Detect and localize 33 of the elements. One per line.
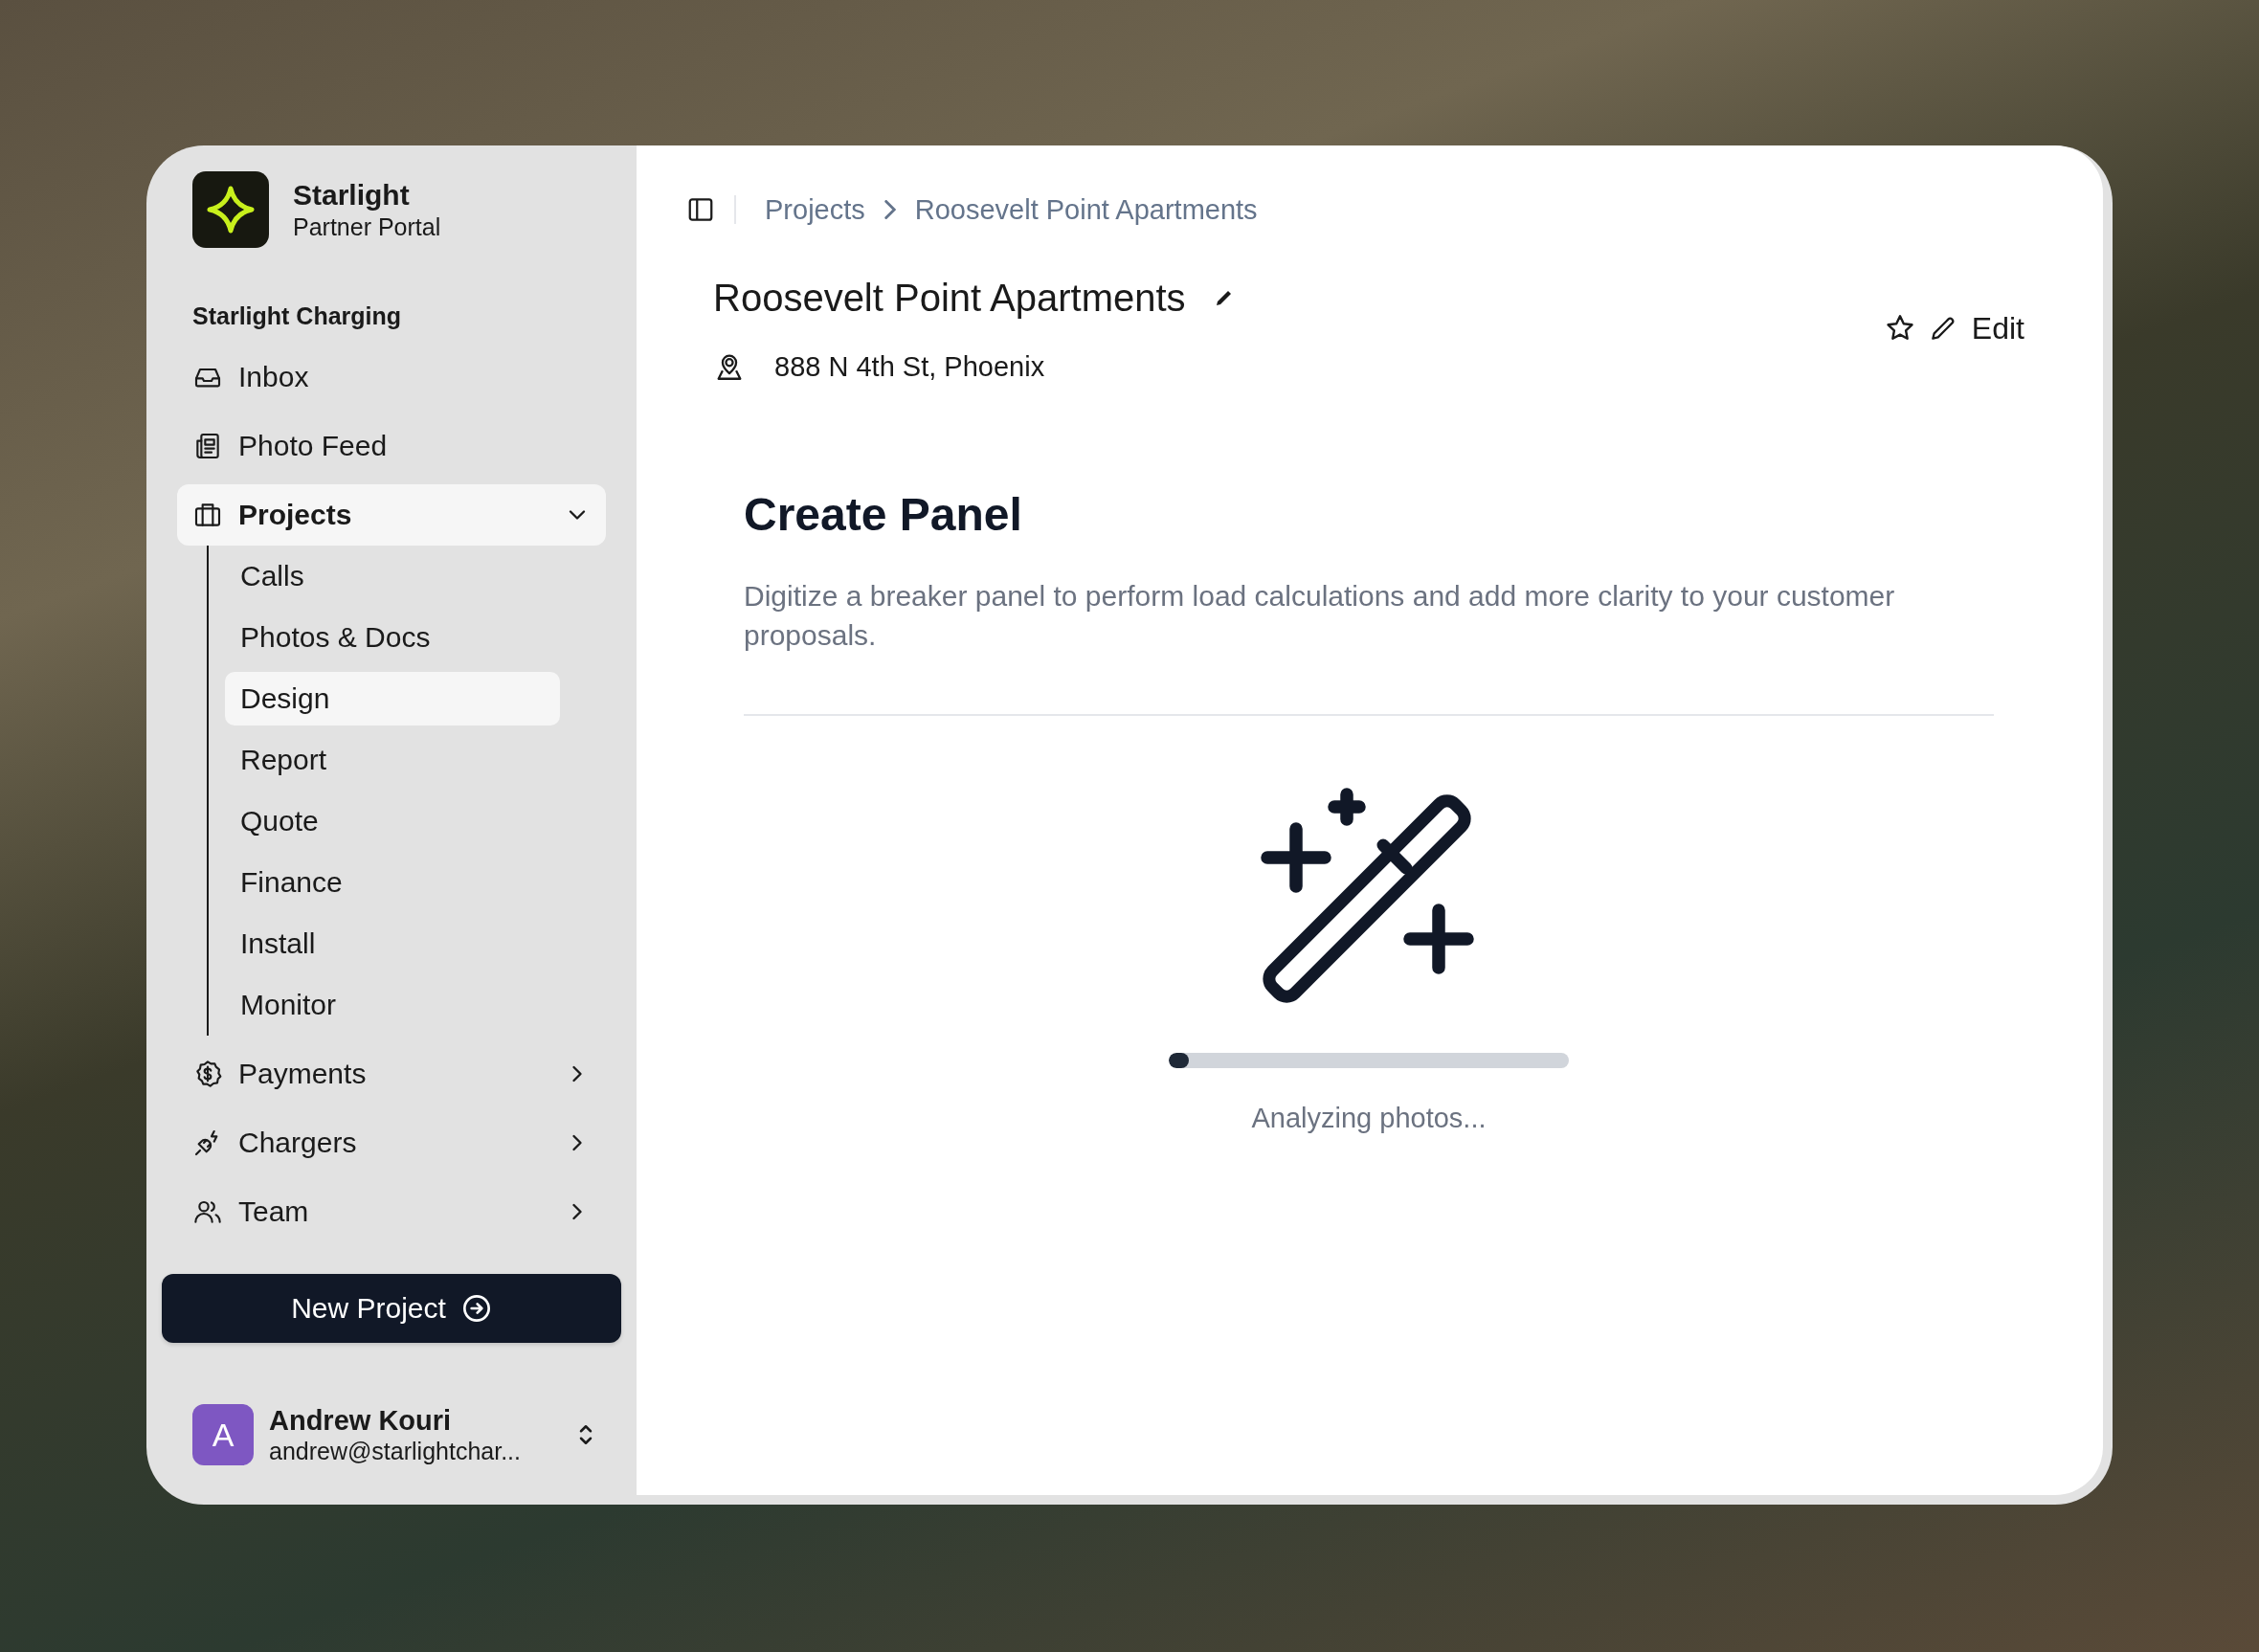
progress-label: Analyzing photos...	[1251, 1103, 1487, 1134]
edit-button[interactable]: Edit	[1927, 310, 2024, 346]
organization-label: Starlight Charging	[192, 301, 403, 330]
nav-item[interactable]: Photo Feed	[177, 415, 606, 477]
nav-item[interactable]: Chargers	[177, 1112, 606, 1173]
panel-title: Create Panel	[744, 488, 1023, 542]
subnav-item[interactable]: Monitor	[225, 978, 560, 1032]
subnav-item[interactable]: Finance	[225, 856, 560, 909]
sparkle-logo-icon	[192, 171, 269, 248]
subnav-item[interactable]: Report	[225, 733, 560, 787]
nav-item[interactable]: Projects	[177, 484, 606, 546]
new-project-button[interactable]: New Project	[162, 1274, 621, 1343]
subnav-item[interactable]: Install	[225, 917, 560, 971]
brand-name: Starlight	[293, 178, 411, 212]
project-address: 888 N 4th St, Phoenix	[774, 350, 1045, 383]
chevron-right-icon	[883, 200, 896, 219]
breadcrumb-link[interactable]: Roosevelt Point Apartments	[914, 193, 1258, 226]
subnav-item[interactable]: Calls	[225, 549, 560, 603]
brand-subtitle: Partner Portal	[293, 212, 441, 241]
breadcrumb-link[interactable]: Projects	[765, 193, 865, 226]
nav-item[interactable]: Team	[177, 1181, 606, 1242]
nav-item[interactable]: Payments	[177, 1043, 606, 1105]
nav-item[interactable]: Inbox	[177, 346, 606, 408]
arrow-circle-icon	[460, 1293, 492, 1324]
project-title: Roosevelt Point Apartments	[713, 276, 1186, 320]
user-avatar: A	[192, 1404, 254, 1465]
subnav-item[interactable]: Quote	[225, 794, 560, 848]
sidebar-toggle-icon[interactable]	[686, 195, 715, 224]
panel-description: Digitize a breaker panel to perform load calculations and add more clarity to your customer proposals.	[744, 579, 1896, 653]
subnav-item[interactable]: Photos & Docs	[225, 611, 560, 664]
user-email: andrew@starlightchar...	[269, 1437, 522, 1465]
subnav-item[interactable]: Design	[225, 672, 560, 726]
user-name: Andrew Kouri	[269, 1404, 453, 1437]
